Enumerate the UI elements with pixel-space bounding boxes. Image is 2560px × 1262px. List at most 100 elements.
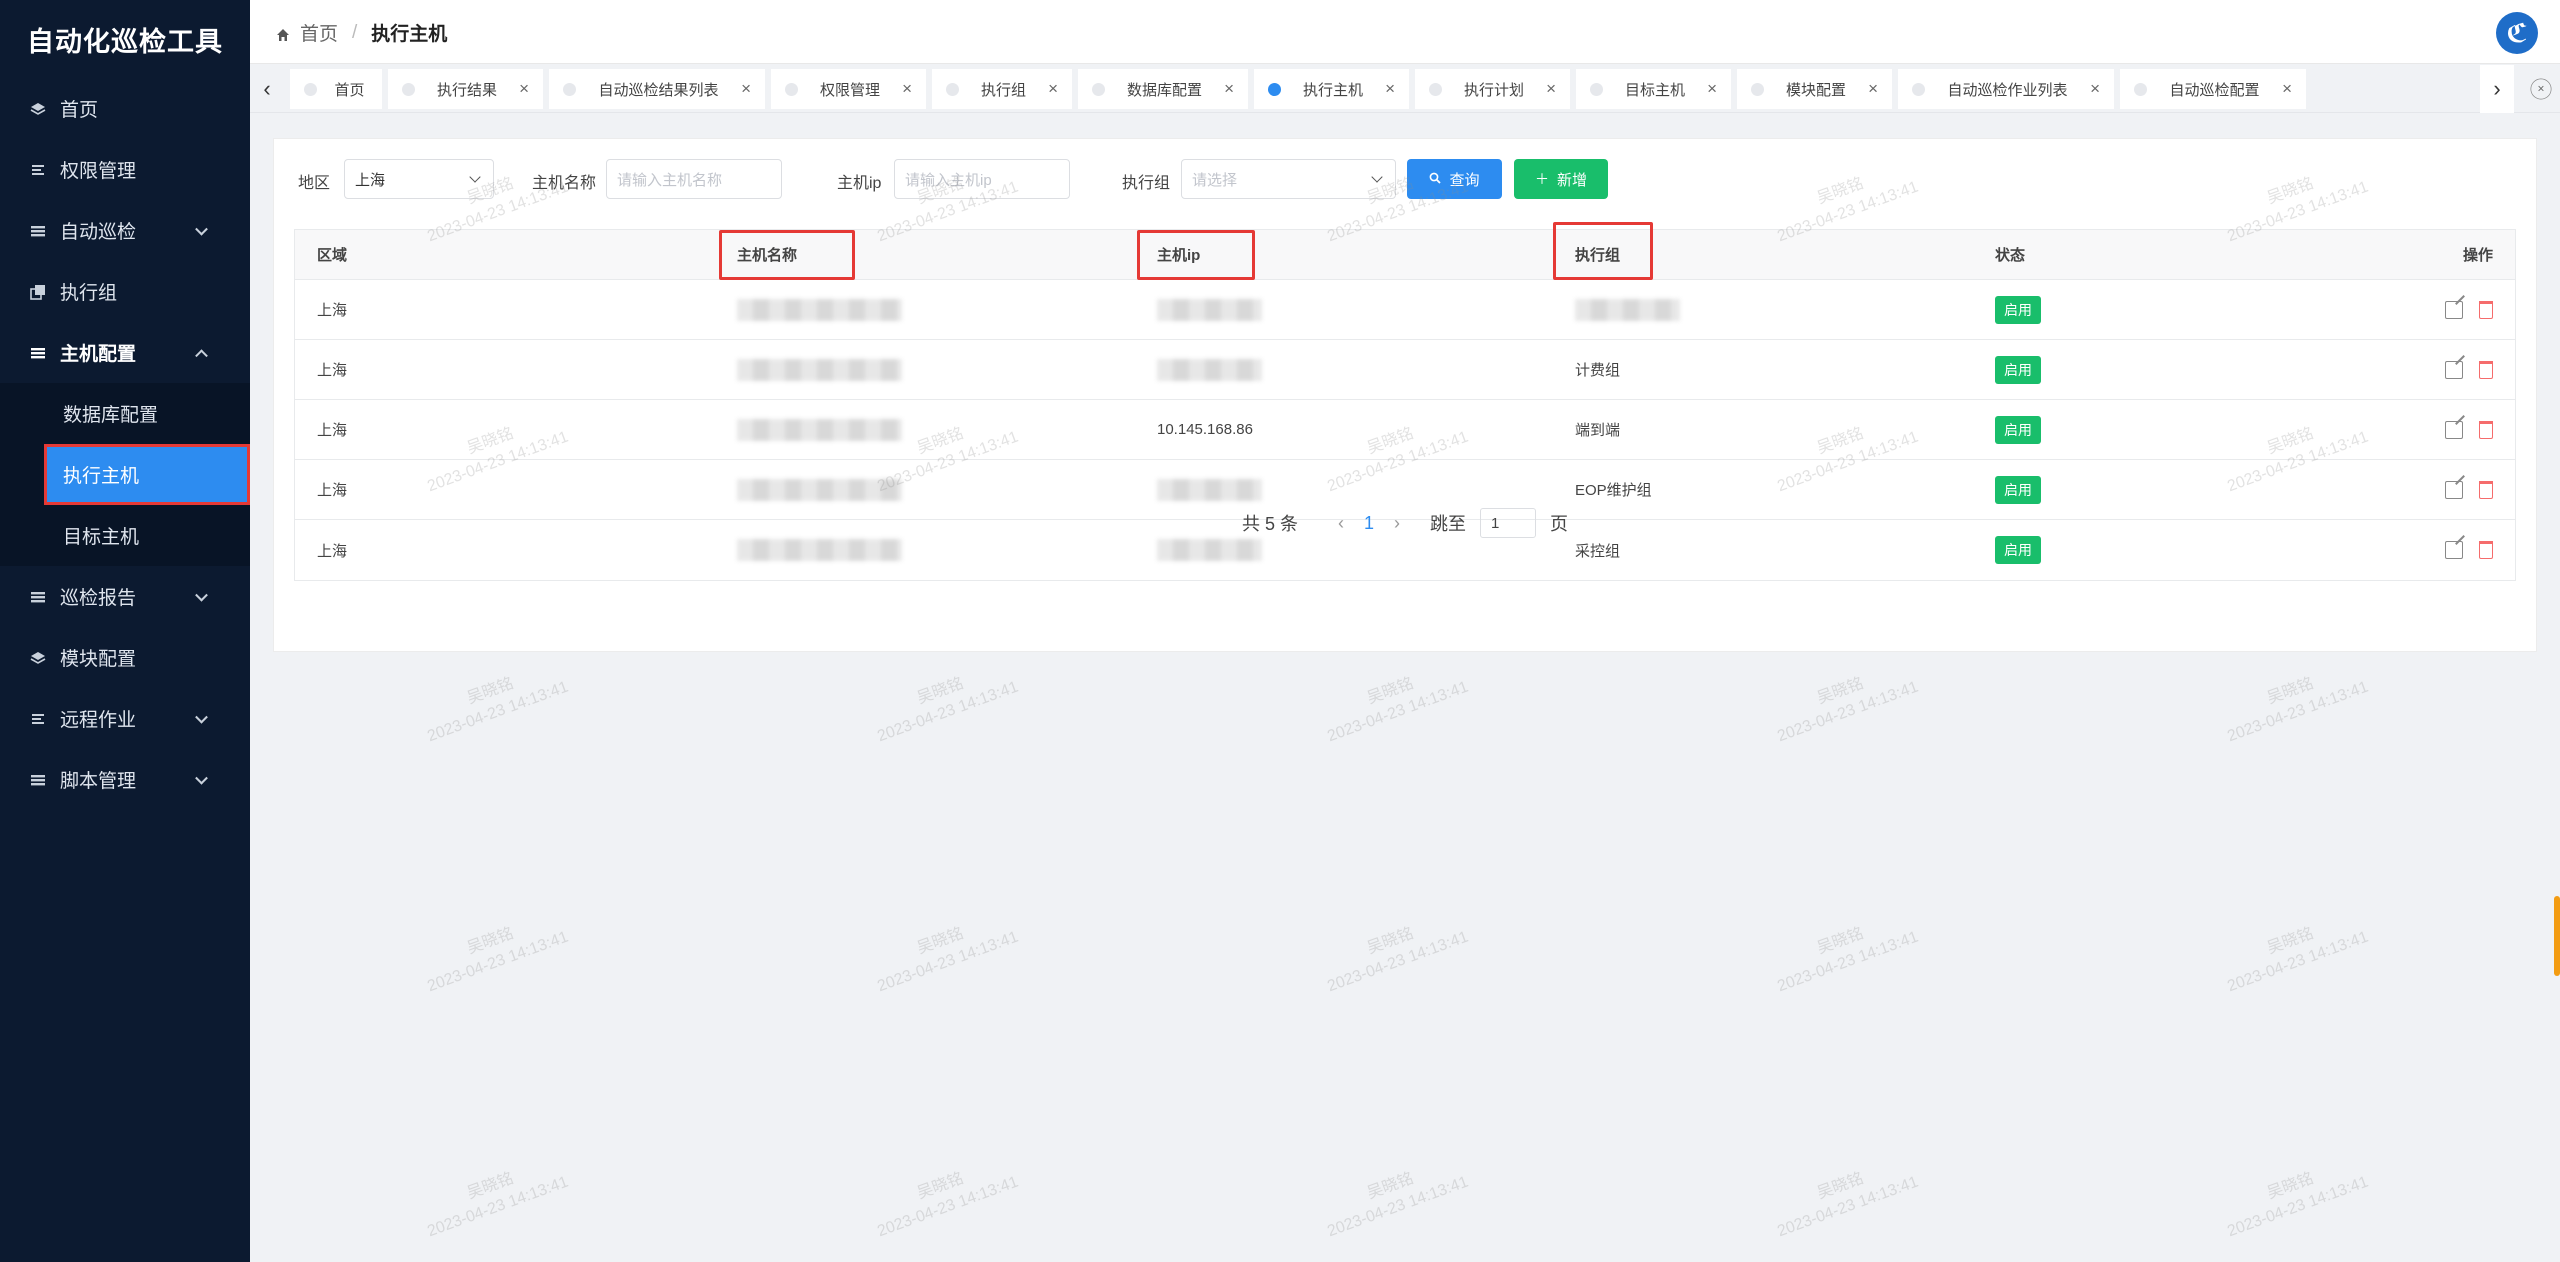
group-placeholder: 请选择 [1192,171,1238,189]
cell-status: 启用 [1975,280,2395,339]
menu-icon [30,223,46,239]
search-button[interactable]: 查询 [1407,159,1502,199]
sidebar-item-auto-inspect[interactable]: 自动巡检 [0,200,250,261]
close-icon[interactable]: × [2282,79,2292,99]
edit-icon[interactable] [2445,541,2463,559]
close-all-tabs-icon[interactable]: × [2530,78,2552,100]
sidebar-item-label: 主机配置 [60,344,137,365]
breadcrumb-separator: / [352,21,358,43]
tab-module-config[interactable]: 模块配置 × [1737,69,1892,109]
watermark: 吴晓铭 2023-04-23 14:13:41 [425,674,571,746]
edit-icon[interactable] [2445,300,2463,319]
region-select[interactable]: 上海 [344,159,494,199]
delete-icon[interactable] [2479,360,2493,379]
close-icon[interactable]: × [1546,79,1556,99]
group-select[interactable]: 请选择 [1181,159,1396,199]
edit-icon[interactable] [2445,420,2463,439]
close-icon[interactable]: × [1868,79,1878,99]
tab-inspect-result-list[interactable]: 自动巡检结果列表 × [549,69,765,109]
tab-dot-icon [785,82,798,96]
sidebar-item-label: 远程作业 [60,710,137,731]
watermark: 吴晓铭 2023-04-23 14:13:41 [1775,674,1921,746]
column-header-group: 执行组 [1553,222,1975,280]
breadcrumb-current: 执行主机 [371,24,448,45]
table-row: 上海 10.145.168.86 端到端 启用 [295,400,2515,460]
column-header-region: 区域 [317,247,348,264]
scrollbar-thumb[interactable] [2554,896,2560,976]
sidebar-item-remote-jobs[interactable]: 远程作业 [0,688,250,749]
breadcrumb: 首页 / 执行主机 [276,19,447,46]
tabs-scroll-left-icon[interactable]: ‹ [250,65,284,113]
close-icon[interactable]: × [1048,79,1058,99]
edit-icon[interactable] [2445,480,2463,499]
sidebar-item-permissions[interactable]: 权限管理 [0,139,250,200]
sidebar-item-home[interactable]: 首页 [0,78,250,139]
page-number[interactable]: 1 [1364,513,1374,534]
close-icon[interactable]: × [1224,79,1234,99]
sidebar-item-exec-group[interactable]: 执行组 [0,261,250,322]
chevron-down-icon [195,588,208,602]
close-icon[interactable]: × [741,79,751,99]
list-icon [30,711,46,727]
delete-icon[interactable] [2479,300,2493,319]
search-button-label: 查询 [1449,171,1480,189]
menu-icon [30,589,46,605]
chevron-right-icon[interactable]: › [1394,513,1400,534]
tab-inspect-config[interactable]: 自动巡检配置 × [2120,69,2306,109]
chevron-left-icon[interactable]: ‹ [1338,513,1344,534]
cell-hostname [715,280,1135,339]
cell-group: 计费组 [1575,362,1621,379]
tab-exec-result[interactable]: 执行结果 × [388,69,543,109]
delete-icon[interactable] [2479,541,2493,559]
edit-icon[interactable] [2445,360,2463,379]
tab-target-host[interactable]: 目标主机 × [1576,69,1731,109]
brand-logo: ℭ [2496,12,2538,54]
table-row: 上海 启用 [295,280,2515,340]
breadcrumb-home[interactable]: 首页 [300,19,338,46]
sidebar-subitem-exec-host[interactable]: 执行主机 [44,444,250,505]
sidebar-subitem-db-config[interactable]: 数据库配置 [0,383,250,444]
redacted-block [1575,298,1680,321]
hostip-input[interactable]: 请输入主机ip [894,159,1070,199]
sidebar-subitem-target-host[interactable]: 目标主机 [0,505,250,566]
watermark: 吴晓铭 2023-04-23 14:13:41 [425,924,571,996]
redacted-block [737,539,902,561]
cell-actions [2395,400,2515,459]
close-icon[interactable]: × [519,79,529,99]
sidebar-item-reports[interactable]: 巡检报告 [0,566,250,627]
hostip-label: 主机ip [837,175,882,192]
chevron-down-icon [469,171,481,183]
cell-hostip: 10.145.168.86 [1157,421,1253,438]
add-button[interactable]: ＋ 新增 [1514,159,1608,199]
tab-permissions[interactable]: 权限管理 × [771,69,926,109]
sidebar-item-scripts[interactable]: 脚本管理 [0,749,250,810]
tab-exec-plan[interactable]: 执行计划 × [1415,69,1570,109]
tab-home[interactable]: 首页 [290,69,382,109]
close-icon[interactable]: × [1385,79,1395,99]
highlight-box [1137,230,1255,280]
redacted-block [737,298,902,321]
sidebar-item-host-config[interactable]: 主机配置 [0,322,250,383]
highlight-box [719,230,855,280]
cell-actions [2395,280,2515,339]
watermark: 吴晓铭 2023-04-23 14:13:41 [1775,924,1921,996]
tab-exec-group[interactable]: 执行组 × [932,69,1072,109]
chevron-down-icon [1371,171,1383,183]
sidebar-item-module-config[interactable]: 模块配置 [0,627,250,688]
tab-exec-host[interactable]: 执行主机 × [1254,69,1409,109]
close-icon[interactable]: × [1707,79,1717,99]
tab-inspect-job-list[interactable]: 自动巡检作业列表 × [1898,69,2114,109]
close-icon[interactable]: × [2090,79,2100,99]
tab-dot-icon [946,82,959,96]
close-icon[interactable]: × [902,79,912,99]
delete-icon[interactable] [2479,420,2493,439]
watermark: 吴晓铭 2023-04-23 14:13:41 [875,924,1021,996]
jump-input[interactable]: 1 [1480,508,1537,538]
watermark: 吴晓铭 2023-04-23 14:13:41 [875,674,1021,746]
add-button-label: 新增 [1556,171,1587,189]
hostname-input[interactable]: 请输入主机名称 [606,159,782,199]
delete-icon[interactable] [2479,480,2493,499]
tab-db-config[interactable]: 数据库配置 × [1078,69,1248,109]
tabs-scroll-right-icon[interactable]: › [2480,65,2514,113]
filter-bar: 地区 上海 主机名称 请输入主机名称 主机ip 请输入主机ip 执行组 请选择 … [274,159,2536,201]
